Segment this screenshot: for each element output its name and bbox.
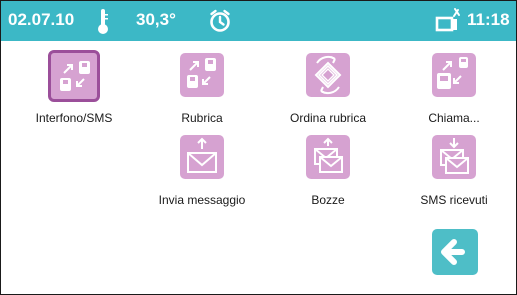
back-arrow-icon <box>441 239 465 265</box>
drafts-icon <box>306 135 350 179</box>
call-icon <box>432 53 476 97</box>
tile-label: Rubrica <box>181 111 223 125</box>
tile-sms-ricevuti[interactable]: SMS ricevuti <box>399 135 509 217</box>
tile-interfono-sms[interactable]: Interfono/SMS <box>19 50 129 135</box>
tile-label: Invia messaggio <box>158 193 246 207</box>
tile-bozze[interactable]: Bozze <box>273 135 383 217</box>
tile-label: Bozze <box>311 193 345 207</box>
tile-label: Chiama... <box>428 111 480 125</box>
sort-phonebook-icon <box>306 53 350 97</box>
tile-chiama[interactable]: Chiama... <box>399 53 509 135</box>
alarm-clock-icon <box>210 9 230 32</box>
screen: 02.07.10 30,3° 11:18 Interfono/SMS Rubri… <box>0 0 517 295</box>
tile-label: SMS ricevuti <box>420 193 488 207</box>
message-notification-icon <box>435 8 460 32</box>
tile-label: Interfono/SMS <box>35 111 113 125</box>
interphone-sms-icon <box>48 50 100 102</box>
tile-ordina-rubrica[interactable]: Ordina rubrica <box>273 53 383 135</box>
tile-rubrica[interactable]: Rubrica <box>147 53 257 135</box>
back-button[interactable] <box>432 229 478 275</box>
received-sms-icon <box>432 135 476 179</box>
phonebook-icon <box>180 53 224 97</box>
tile-label: Ordina rubrica <box>289 111 367 125</box>
thermometer-icon <box>98 9 108 34</box>
clock-label: 11:18 <box>467 10 510 29</box>
temperature-label: 30,3° <box>136 10 176 29</box>
tile-invia-messaggio[interactable]: Invia messaggio <box>147 135 257 217</box>
status-bar: 02.07.10 30,3° 11:18 <box>1 1 516 41</box>
date-label: 02.07.10 <box>8 10 75 29</box>
send-message-icon <box>180 135 224 179</box>
